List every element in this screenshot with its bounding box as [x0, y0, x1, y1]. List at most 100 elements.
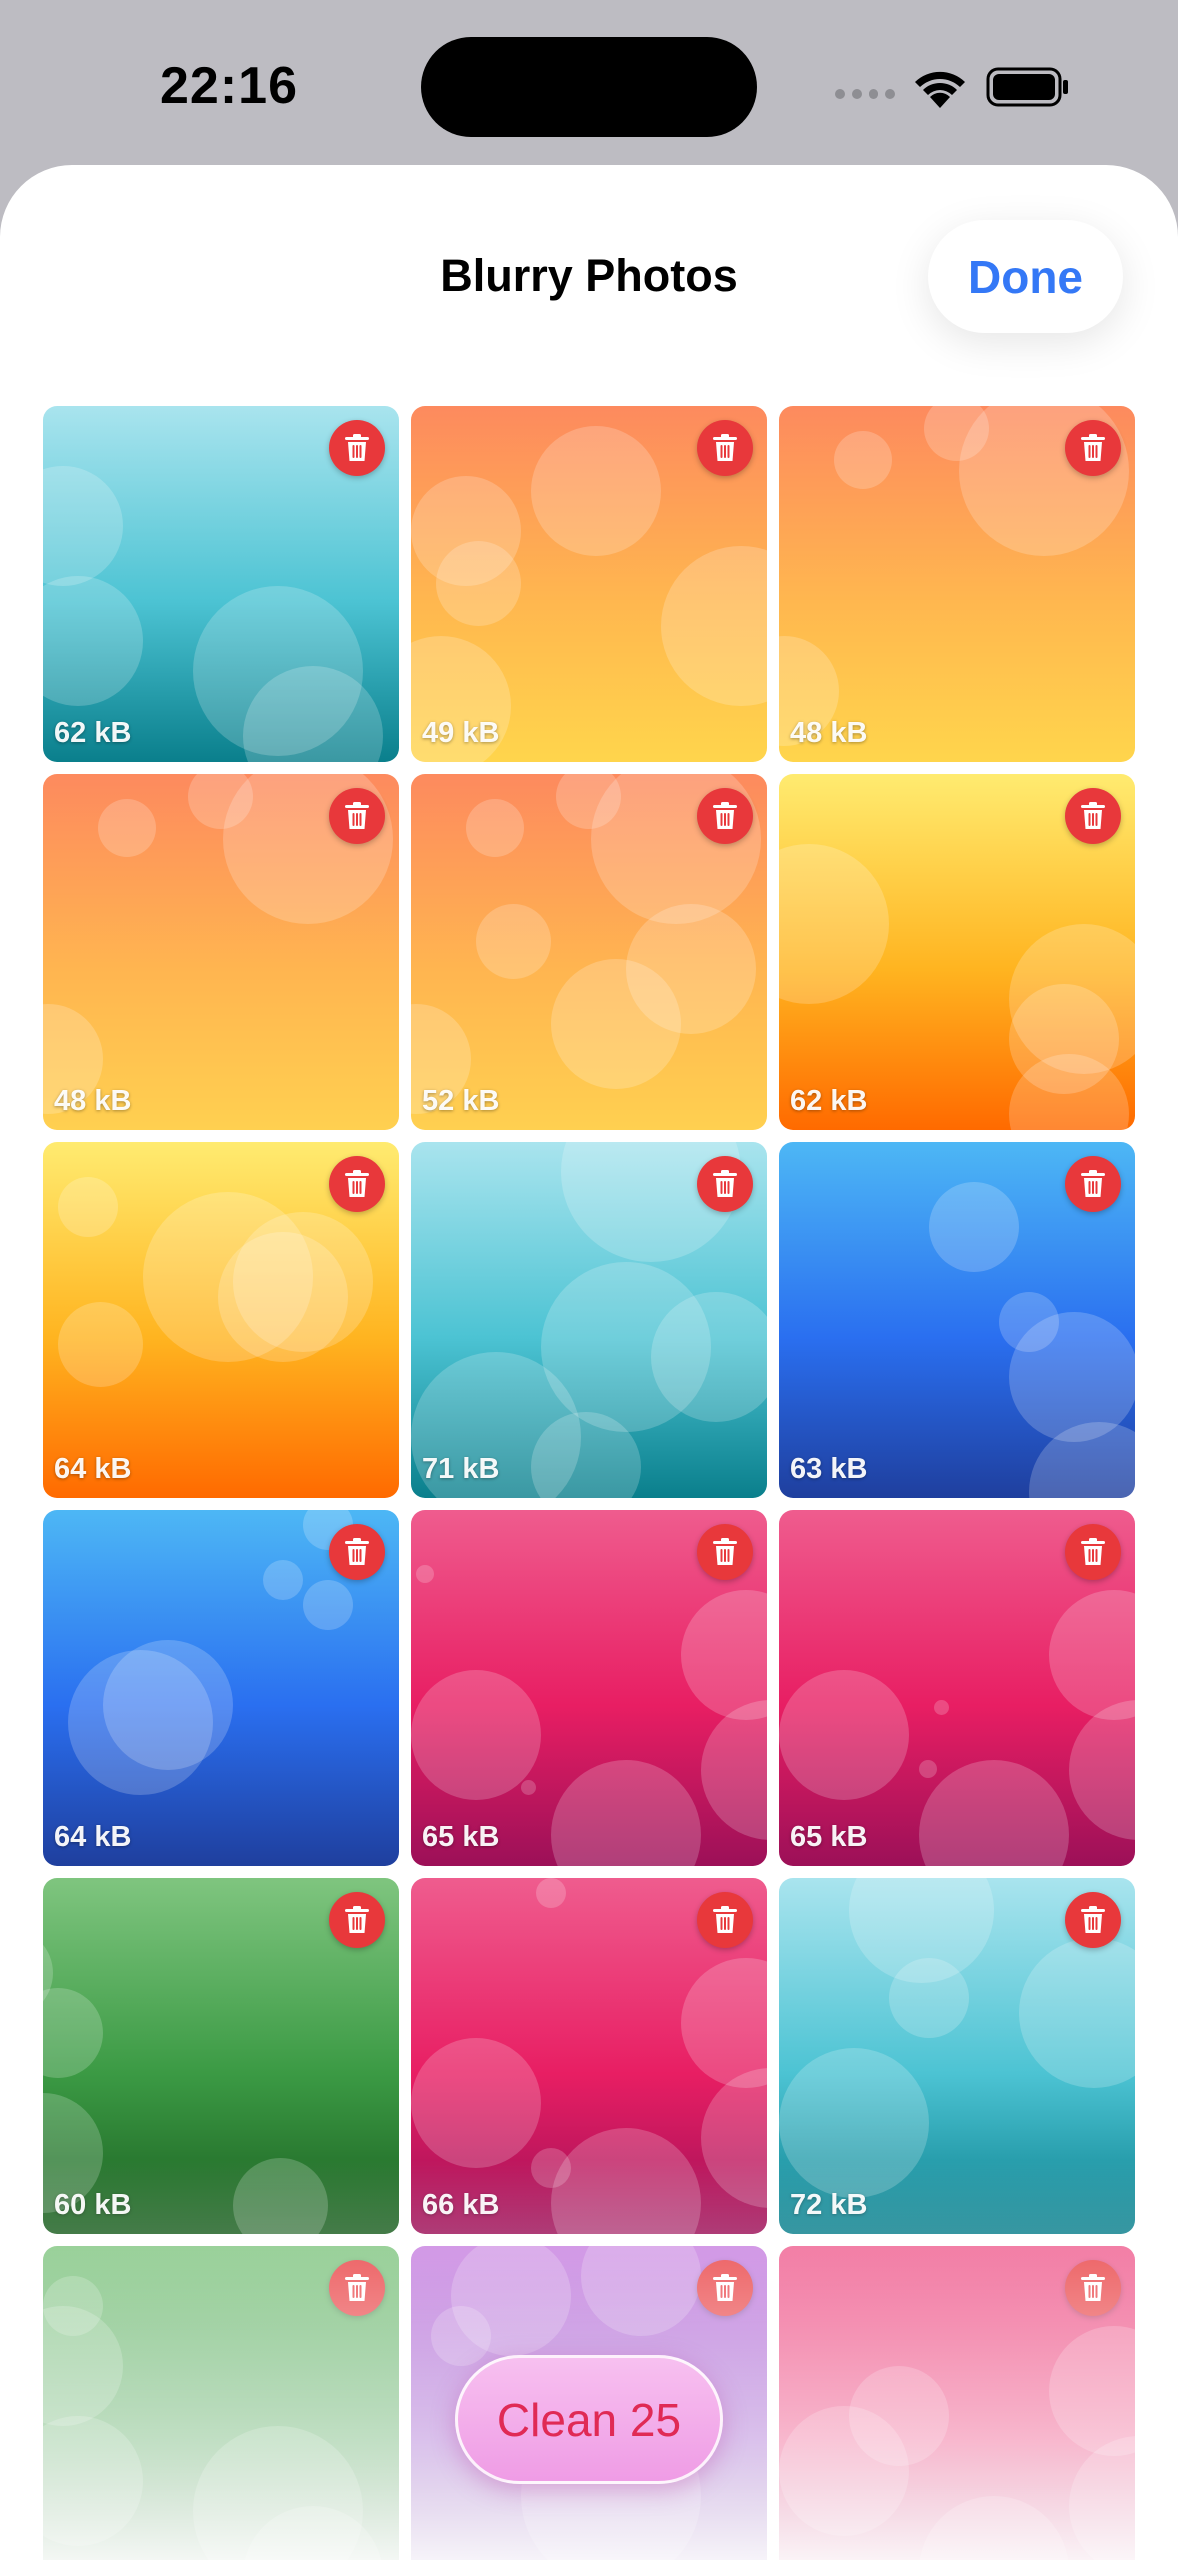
- done-button[interactable]: Done: [928, 220, 1123, 333]
- trash-icon: [713, 1906, 737, 1933]
- trash-icon: [345, 802, 369, 829]
- bokeh-bubble: [436, 541, 521, 626]
- bokeh-bubble: [531, 2148, 571, 2188]
- trash-icon: [713, 1170, 737, 1197]
- bokeh-bubble: [849, 2366, 949, 2466]
- photo-tile[interactable]: [779, 2246, 1135, 2560]
- bokeh-bubble: [521, 1780, 536, 1795]
- trash-icon: [1081, 802, 1105, 829]
- delete-photo-button[interactable]: [329, 1892, 385, 1948]
- photo-tile[interactable]: 49 kB: [411, 406, 767, 762]
- delete-photo-button[interactable]: [1065, 2260, 1121, 2316]
- bokeh-bubble: [701, 1700, 767, 1840]
- bokeh-bubble: [1009, 924, 1135, 1074]
- trash-icon: [345, 1170, 369, 1197]
- trash-icon: [345, 1906, 369, 1933]
- photo-tile[interactable]: 65 kB: [411, 1510, 767, 1866]
- bokeh-bubble: [541, 1262, 711, 1432]
- photo-size-label: 62 kB: [790, 1085, 868, 1117]
- bokeh-bubble: [98, 799, 156, 857]
- bokeh-bubble: [999, 1292, 1059, 1352]
- bokeh-bubble: [1019, 1938, 1135, 2088]
- delete-photo-button[interactable]: [1065, 1156, 1121, 1212]
- delete-photo-button[interactable]: [697, 1156, 753, 1212]
- photo-size-label: 65 kB: [790, 1821, 868, 1853]
- bokeh-bubble: [626, 904, 756, 1034]
- bokeh-bubble: [531, 426, 661, 556]
- trash-icon: [713, 2274, 737, 2301]
- bokeh-bubble: [919, 1760, 1069, 1866]
- photo-tile[interactable]: 72 kB: [779, 1878, 1135, 2234]
- bokeh-bubble: [193, 586, 363, 756]
- photo-tile[interactable]: 64 kB: [43, 1142, 399, 1498]
- photo-tile[interactable]: 63 kB: [779, 1142, 1135, 1498]
- photo-tile[interactable]: 52 kB: [411, 774, 767, 1130]
- bokeh-bubble: [43, 1988, 103, 2078]
- blurry-photos-sheet: Blurry Photos Done 62 kB 49 kB 48 kB 48 kB 5…: [0, 165, 1178, 2560]
- delete-photo-button[interactable]: [697, 1892, 753, 1948]
- delete-photo-button[interactable]: [329, 2260, 385, 2316]
- bokeh-bubble: [476, 904, 551, 979]
- photo-tile[interactable]: 64 kB: [43, 1510, 399, 1866]
- bokeh-bubble: [1069, 1700, 1135, 1840]
- photo-size-label: 60 kB: [54, 2189, 132, 2221]
- bokeh-bubble: [416, 1565, 434, 1583]
- trash-icon: [345, 2274, 369, 2301]
- bokeh-bubble: [243, 666, 383, 762]
- delete-photo-button[interactable]: [1065, 1892, 1121, 1948]
- photo-size-label: 71 kB: [422, 1453, 500, 1485]
- photo-size-label: 52 kB: [422, 1085, 500, 1117]
- bokeh-bubble: [919, 2496, 1069, 2560]
- bokeh-bubble: [233, 2158, 328, 2234]
- bokeh-bubble: [849, 1878, 994, 1983]
- photo-tile[interactable]: 71 kB: [411, 1142, 767, 1498]
- delete-photo-button[interactable]: [1065, 420, 1121, 476]
- delete-photo-button[interactable]: [697, 420, 753, 476]
- photo-tile[interactable]: 48 kB: [43, 774, 399, 1130]
- clean-button[interactable]: Clean 25: [455, 2355, 723, 2484]
- photo-size-label: 48 kB: [790, 717, 868, 749]
- bokeh-bubble: [233, 1212, 373, 1352]
- delete-photo-button[interactable]: [329, 1524, 385, 1580]
- bokeh-bubble: [263, 1560, 303, 1600]
- bokeh-bubble: [411, 2038, 541, 2168]
- delete-photo-button[interactable]: [329, 1156, 385, 1212]
- photo-tile[interactable]: 66 kB: [411, 1878, 767, 2234]
- delete-photo-button[interactable]: [1065, 788, 1121, 844]
- delete-photo-button[interactable]: [697, 788, 753, 844]
- photo-tile[interactable]: [43, 2246, 399, 2560]
- photo-tile[interactable]: 62 kB: [43, 406, 399, 762]
- bokeh-bubble: [531, 1412, 641, 1498]
- bokeh-bubble: [451, 2246, 571, 2356]
- photo-tile[interactable]: 65 kB: [779, 1510, 1135, 1866]
- photo-tile[interactable]: 48 kB: [779, 406, 1135, 762]
- bokeh-bubble: [1069, 2436, 1135, 2560]
- bokeh-bubble: [58, 1177, 118, 1237]
- delete-photo-button[interactable]: [697, 2260, 753, 2316]
- delete-photo-button[interactable]: [1065, 1524, 1121, 1580]
- trash-icon: [713, 1538, 737, 1565]
- bokeh-bubble: [43, 2416, 143, 2546]
- trash-icon: [1081, 1170, 1105, 1197]
- dynamic-island: [421, 37, 757, 137]
- photo-tile[interactable]: 62 kB: [779, 774, 1135, 1130]
- bokeh-bubble: [551, 2128, 701, 2234]
- trash-icon: [713, 434, 737, 461]
- trash-icon: [345, 1538, 369, 1565]
- delete-photo-button[interactable]: [329, 788, 385, 844]
- bokeh-bubble: [1029, 1422, 1135, 1498]
- delete-photo-button[interactable]: [697, 1524, 753, 1580]
- bokeh-bubble: [834, 431, 892, 489]
- bokeh-bubble: [218, 1232, 348, 1362]
- bokeh-bubble: [58, 1302, 143, 1387]
- bokeh-bubble: [411, 476, 521, 586]
- bokeh-bubble: [431, 2306, 491, 2366]
- bokeh-bubble: [43, 2276, 103, 2336]
- delete-photo-button[interactable]: [329, 420, 385, 476]
- photo-size-label: 48 kB: [54, 1085, 132, 1117]
- bokeh-bubble: [1049, 1590, 1135, 1720]
- photo-tile[interactable]: 60 kB: [43, 1878, 399, 2234]
- trash-icon: [345, 434, 369, 461]
- bokeh-bubble: [779, 2048, 929, 2198]
- bokeh-bubble: [779, 1670, 909, 1800]
